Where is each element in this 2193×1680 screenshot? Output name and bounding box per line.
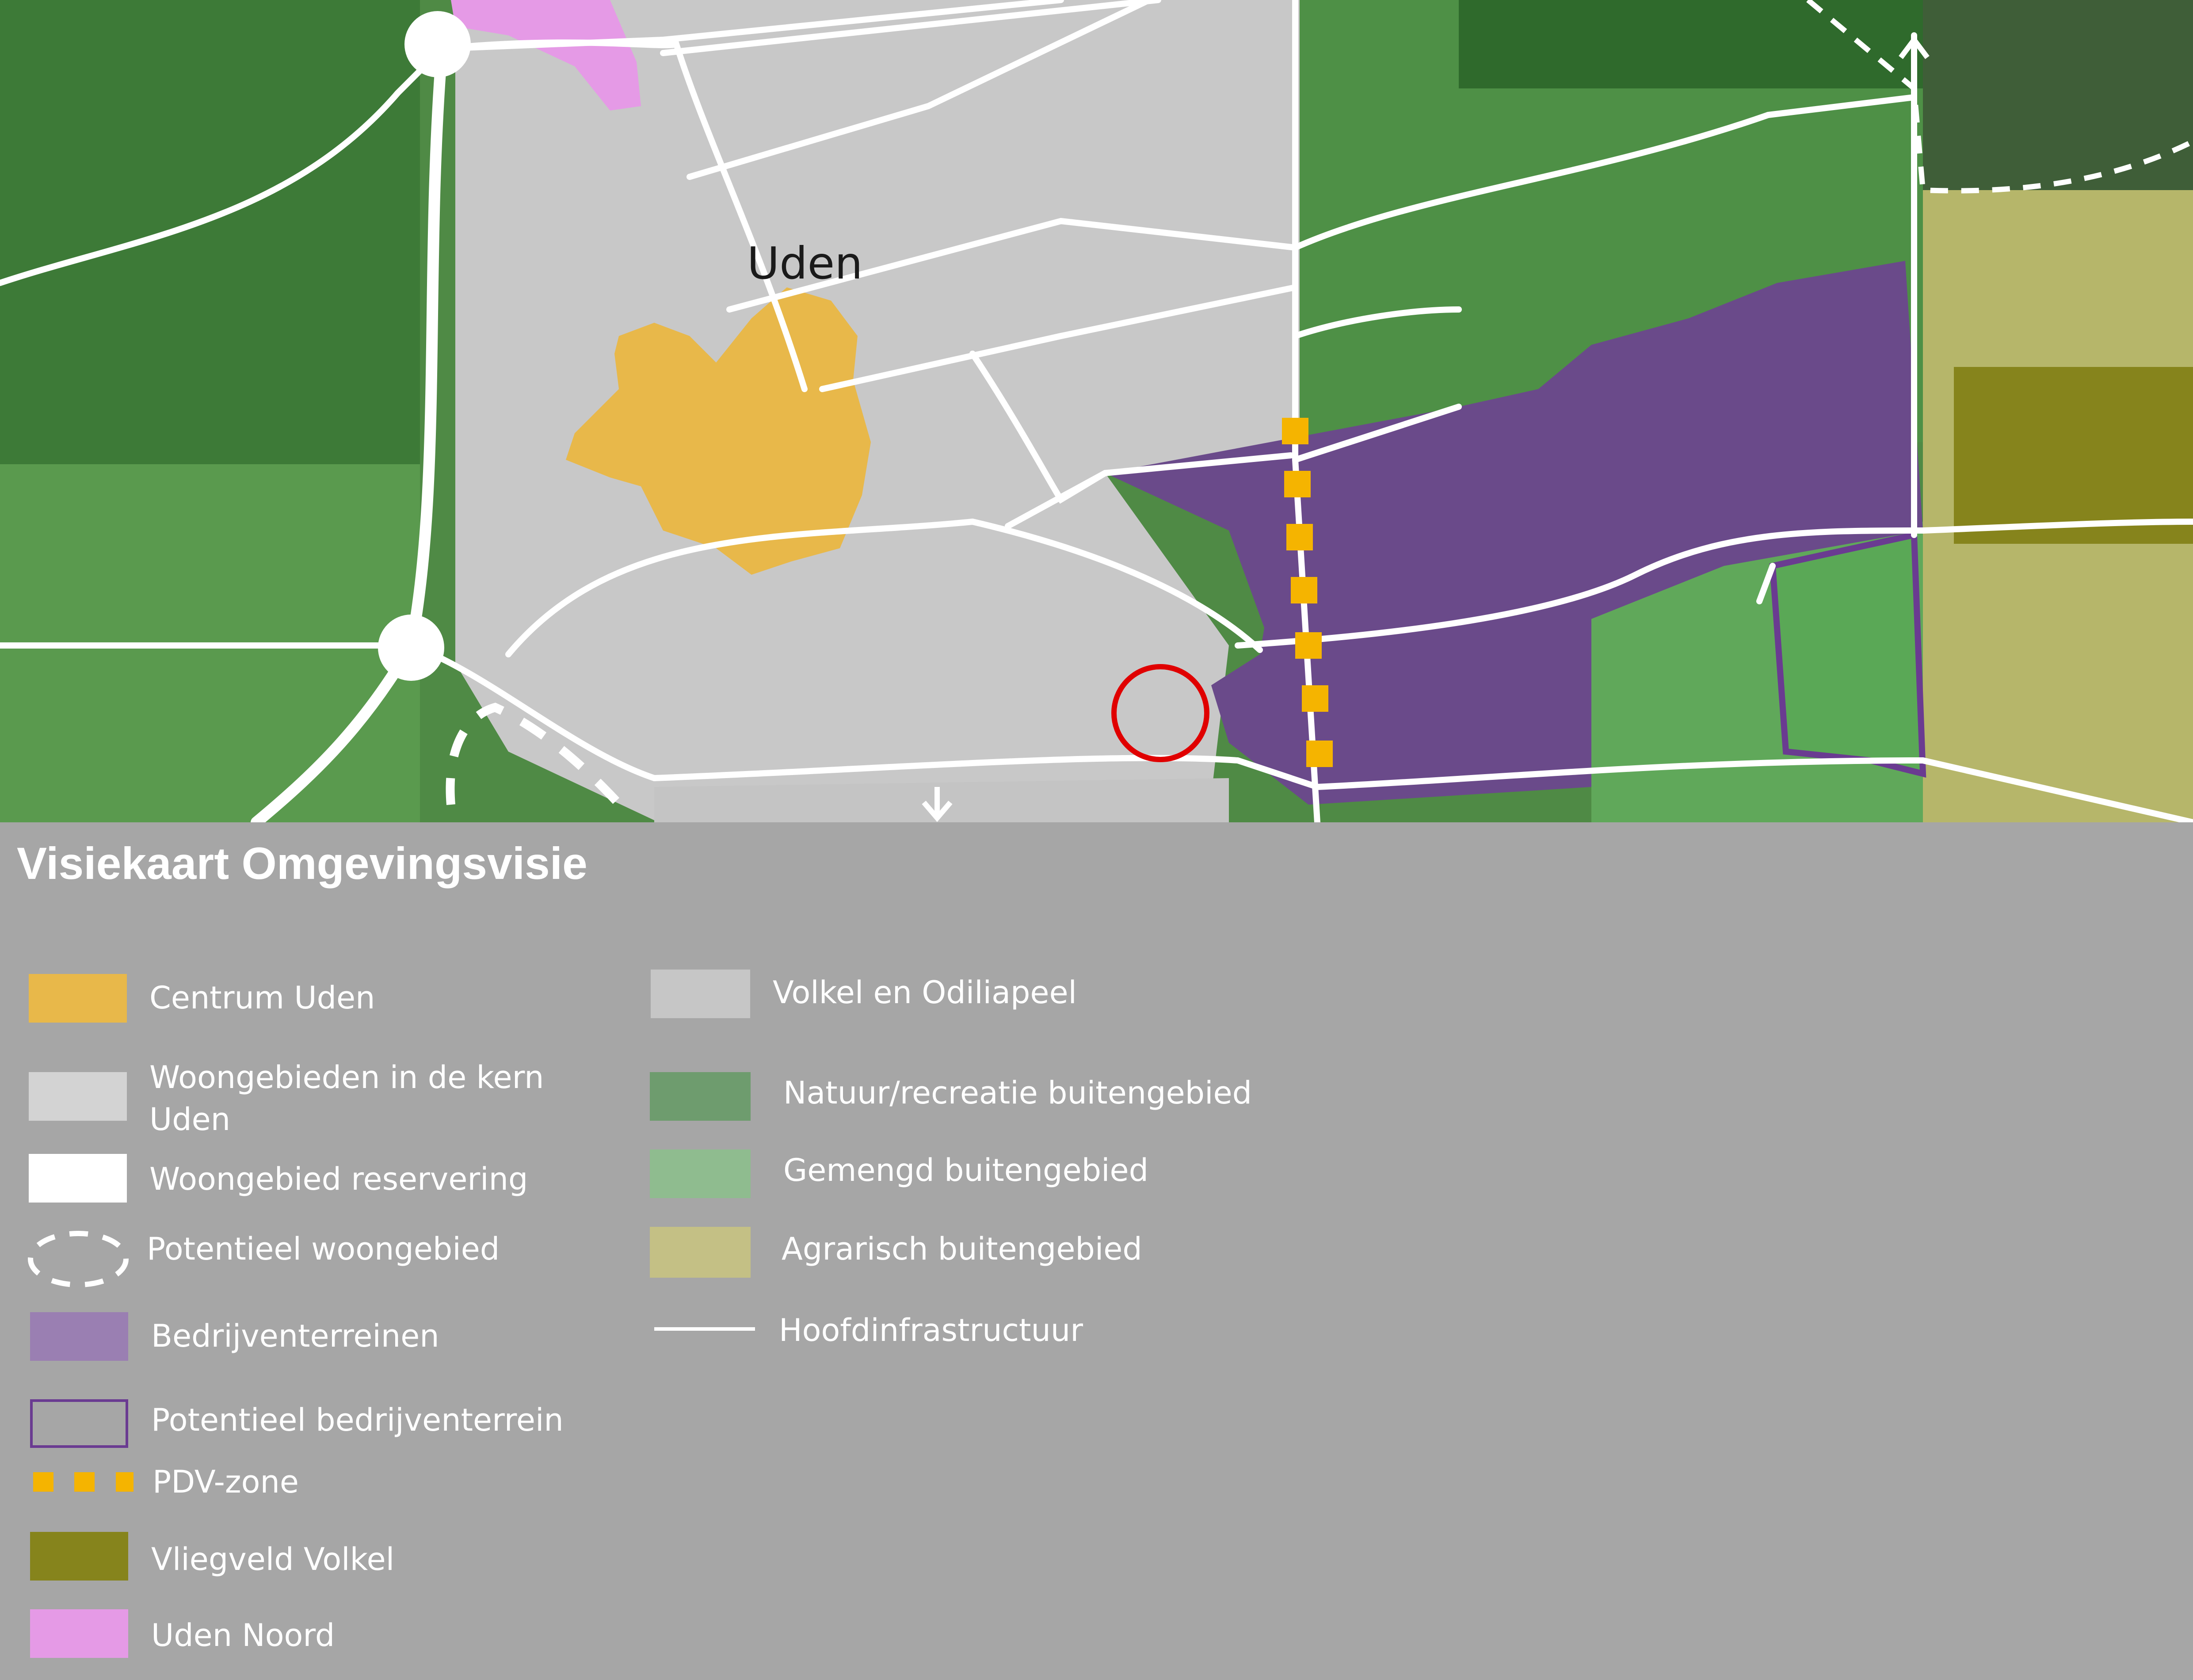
legend-swatch-woongebied-reservering [29, 1154, 127, 1203]
legend-label-bedrijventerreinen: Bedrijventerreinen [151, 1318, 439, 1354]
legend-swatch-potentieel-woongebied [28, 1231, 129, 1287]
legend-swatch-centrum-uden [29, 974, 127, 1023]
legend-label-woongebieden: Woongebieden in de kern Uden [149, 1059, 544, 1138]
legend-swatch-natuur-recreatie [650, 1072, 751, 1121]
legend-swatch-hoofdinfrastructuur [654, 1327, 755, 1331]
nature-area-west [0, 0, 420, 464]
legend-swatch-pdv-zone [33, 1472, 133, 1492]
legend-label-vliegveld-volkel: Vliegveld Volkel [151, 1541, 395, 1577]
legend-label-gemengd-buitengebied: Gemengd buitengebied [783, 1152, 1149, 1188]
legend-swatch-gemengd-buitengebied [650, 1149, 751, 1198]
vliegveld-volkel-area [1954, 367, 2193, 544]
nature-area-east-north [1459, 0, 1923, 88]
legend-label-centrum-uden: Centrum Uden [149, 980, 375, 1016]
legend-swatch-woongebieden [29, 1072, 127, 1121]
legend-label-uden-noord: Uden Noord [151, 1617, 335, 1653]
town-label-uden: Uden [747, 237, 863, 289]
legend-swatch-volkel-odiliapeel [651, 970, 750, 1018]
legend-swatch-uden-noord [30, 1609, 128, 1658]
legend-title: Visiekaart Omgevingsvisie [17, 838, 587, 889]
legend-label-potentieel-bedrijventerrein: Potentieel bedrijventerrein [151, 1402, 564, 1438]
potential-business-park-outline [1769, 531, 1926, 778]
roundabout-north [404, 11, 471, 77]
legend-swatch-agrarisch-buitengebied [650, 1227, 751, 1278]
legend-label-natuur-recreatie: Natuur/recreatie buitengebied [783, 1075, 1252, 1111]
roundabout-south [378, 615, 444, 681]
vision-map: Uden [0, 0, 2193, 822]
legend-swatch-bedrijventerreinen [30, 1312, 128, 1361]
legend-label-volkel-odiliapeel: Volkel en Odiliapeel [773, 974, 1077, 1011]
legend-label-hoofdinfrastructuur: Hoofdinfrastructuur [779, 1312, 1083, 1348]
legend-swatch-potentieel-bedrijventerrein [30, 1399, 128, 1448]
legend-label-agrarisch-buitengebied: Agrarisch buitengebied [782, 1231, 1142, 1267]
legend-label-pdv-zone: PDV-zone [153, 1464, 299, 1500]
legend-swatch-vliegveld-volkel [30, 1532, 128, 1581]
legend-label-potentieel-woongebied: Potentieel woongebied [147, 1231, 500, 1267]
legend-label-woongebied-reservering: Woongebied reservering [149, 1161, 528, 1197]
